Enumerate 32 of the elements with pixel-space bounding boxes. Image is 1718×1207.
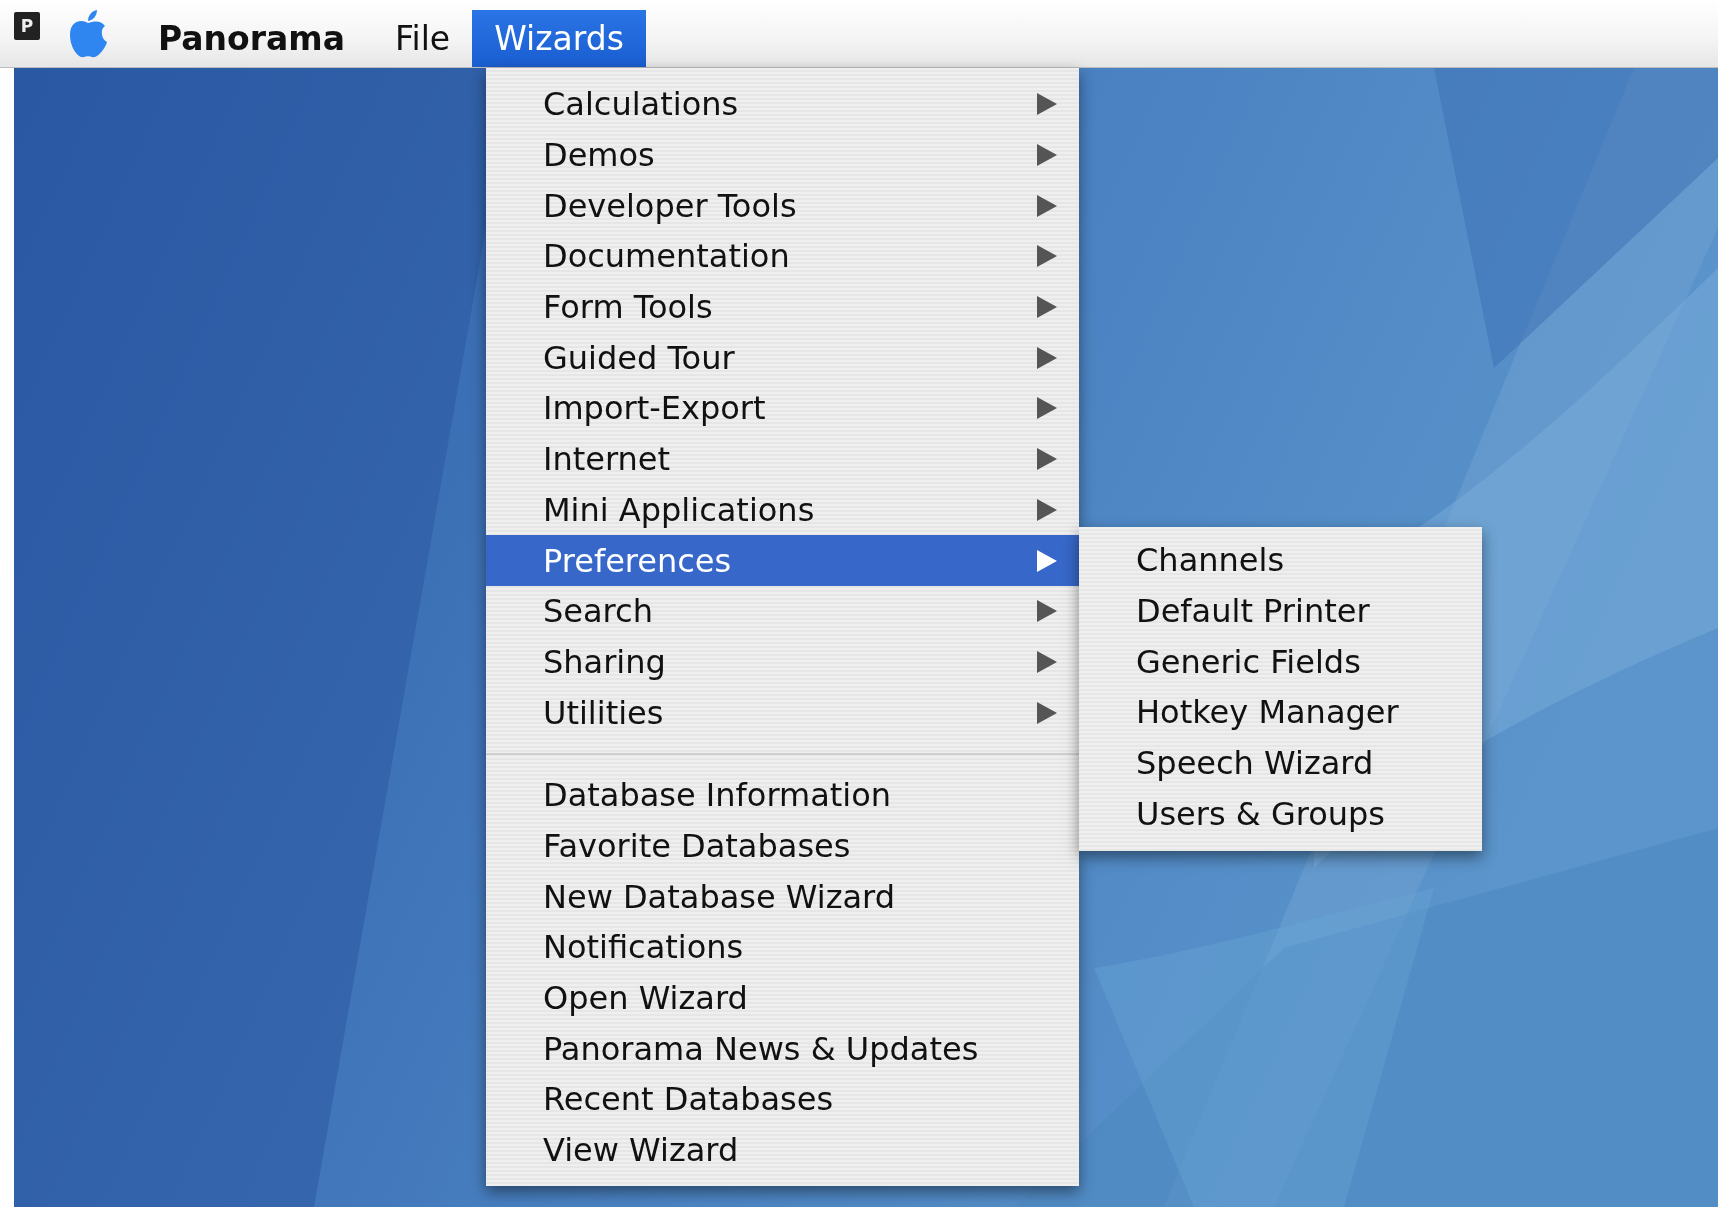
menu-item[interactable]: Favorite Databases bbox=[486, 820, 1079, 872]
menu-item[interactable]: Generic Fields bbox=[1079, 636, 1482, 688]
menu-item[interactable]: Guided Tour bbox=[486, 332, 1079, 384]
menu-item[interactable]: Channels bbox=[1079, 535, 1482, 586]
menu-item[interactable]: Hotkey Manager bbox=[1079, 687, 1482, 738]
menu-item[interactable]: Default Printer bbox=[1079, 585, 1482, 637]
menu-item[interactable]: Utilities bbox=[486, 687, 1079, 738]
menu-item[interactable]: Users & Groups bbox=[1079, 788, 1482, 840]
menu-item[interactable]: Form Tools bbox=[486, 281, 1079, 333]
menu-item[interactable]: Sharing bbox=[486, 636, 1079, 688]
menu-item[interactable]: Calculations bbox=[486, 79, 1079, 130]
menu-item[interactable]: Open Wizard bbox=[486, 972, 1079, 1024]
menu-item[interactable]: Demos bbox=[486, 129, 1079, 181]
menu-bar-item[interactable]: File bbox=[372, 10, 473, 67]
menu-item[interactable]: View Wizard bbox=[486, 1124, 1079, 1176]
menu-item[interactable]: Preferences bbox=[486, 535, 1079, 586]
menu-item[interactable]: Database Information bbox=[486, 769, 1079, 821]
menu-item[interactable]: Mini Applications bbox=[486, 484, 1079, 536]
menu-item[interactable]: Internet bbox=[486, 433, 1079, 485]
menu-item[interactable]: Panorama News & Updates bbox=[486, 1023, 1079, 1075]
menu-bar-item[interactable]: Panorama bbox=[136, 10, 367, 67]
menu-item[interactable]: Documentation bbox=[486, 231, 1079, 282]
menu-item[interactable]: Developer Tools bbox=[486, 180, 1079, 232]
menu-item[interactable]: Import-Export bbox=[486, 383, 1079, 434]
menu-item[interactable]: Speech Wizard bbox=[1079, 737, 1482, 789]
menu-item[interactable]: Notifications bbox=[486, 922, 1079, 973]
menu-item[interactable]: Search bbox=[486, 585, 1079, 637]
menu-item[interactable]: Recent Databases bbox=[486, 1074, 1079, 1125]
app-badge: P bbox=[14, 12, 40, 40]
menu-item[interactable]: New Database Wizard bbox=[486, 871, 1079, 922]
menu-bar-item[interactable]: Wizards bbox=[472, 10, 646, 67]
apple-logo-icon[interactable] bbox=[68, 8, 108, 59]
